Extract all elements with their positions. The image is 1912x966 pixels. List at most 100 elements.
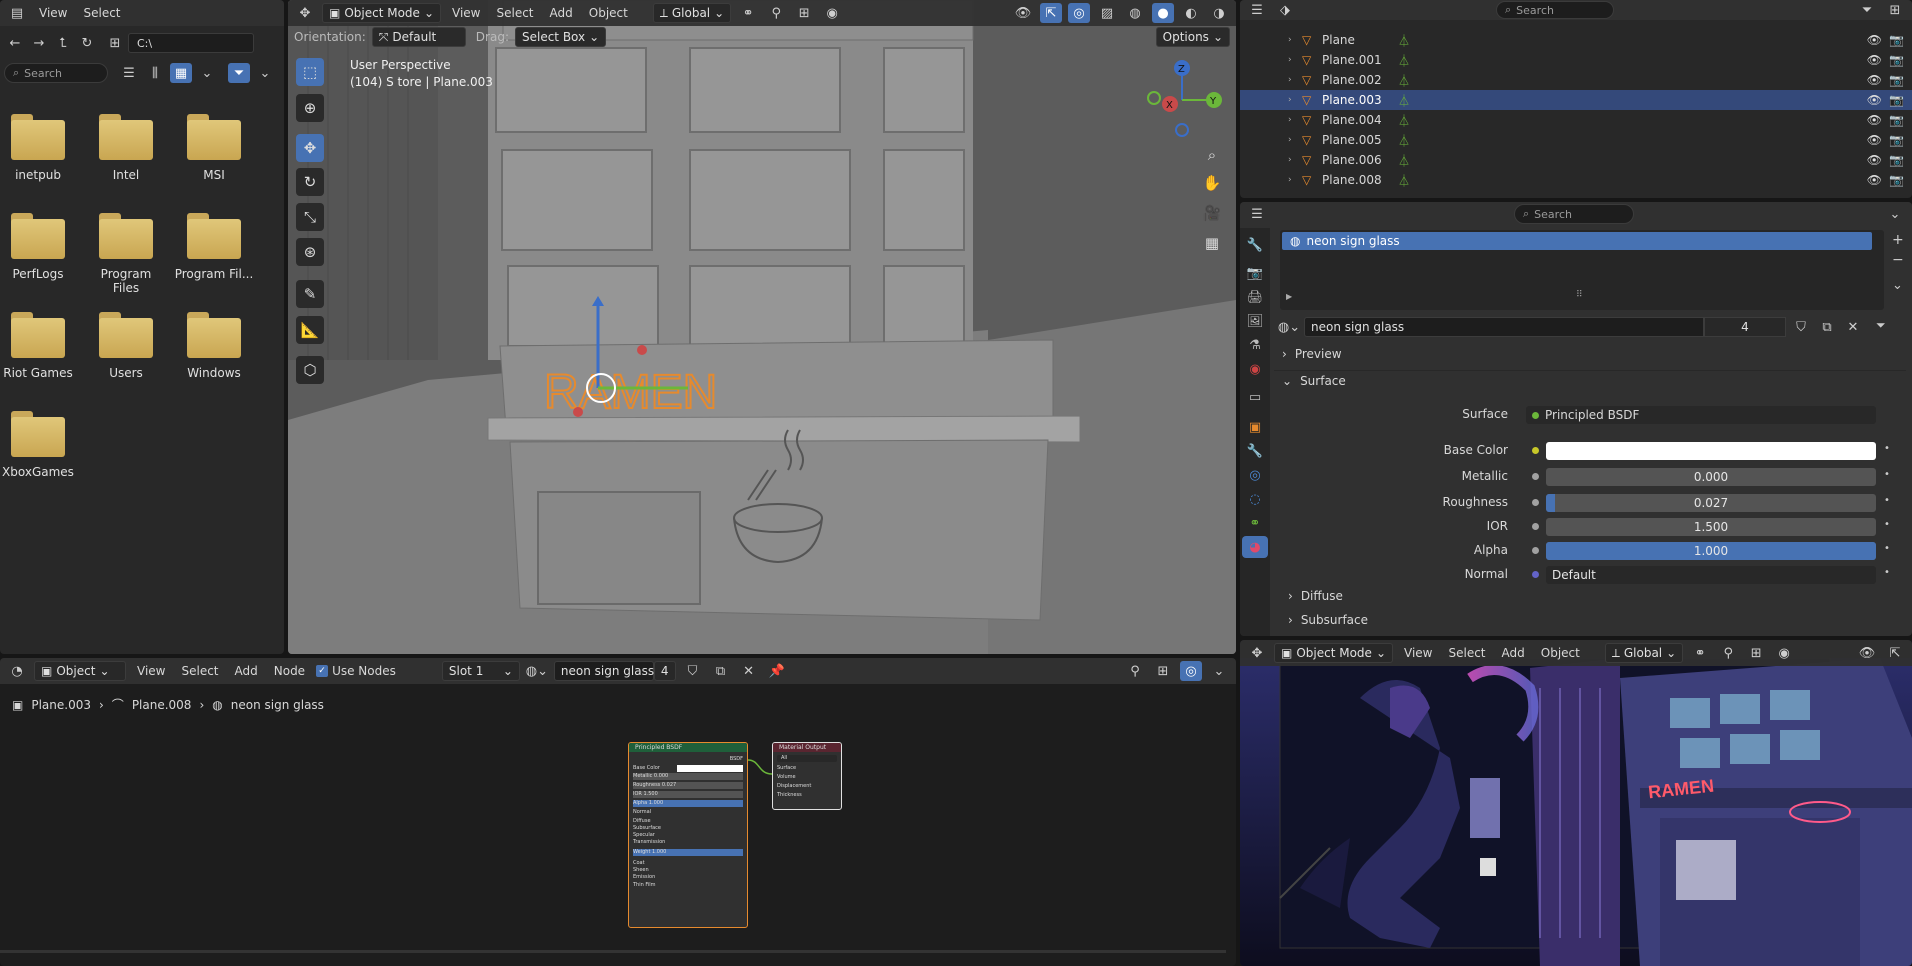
subsurface-panel-header[interactable]: › Subsurface: [1288, 610, 1588, 630]
socket-dot-icon[interactable]: [1532, 447, 1539, 454]
editor-type-icon[interactable]: ✥: [1246, 643, 1268, 663]
add-cube-tool-icon[interactable]: ⬡: [296, 356, 324, 384]
menu-node[interactable]: Node: [269, 664, 310, 678]
overlay-icon[interactable]: ◎: [1068, 3, 1090, 23]
expand-arrow-icon[interactable]: ›: [1288, 135, 1292, 145]
expand-arrow-icon[interactable]: ›: [1288, 175, 1292, 185]
pin-icon[interactable]: 📌: [766, 661, 788, 681]
unlink-icon[interactable]: ✕: [1842, 317, 1864, 337]
diffuse-panel-header[interactable]: › Diffuse: [1288, 586, 1588, 606]
eye-icon[interactable]: 👁: [1867, 133, 1882, 147]
expand-arrow-icon[interactable]: ›: [1288, 155, 1292, 165]
material-name-field[interactable]: neon sign glass: [1304, 317, 1704, 337]
material-output-node[interactable]: Material Output All Surface Volume Displac…: [772, 742, 842, 810]
pivot-icon[interactable]: ⚭: [737, 3, 759, 23]
outliner-row[interactable]: › ▽ Plane.005 ⏃ 👁 📷: [1240, 130, 1912, 150]
principled-bsdf-node[interactable]: Principled BSDF BSDF Base Color Metallic …: [628, 742, 748, 928]
folder-item[interactable]: XboxGames: [0, 411, 78, 479]
folder-item[interactable]: PerfLogs: [0, 213, 78, 281]
field-value[interactable]: 1.000: [1546, 542, 1876, 560]
snap-target-icon[interactable]: ⊞: [793, 3, 815, 23]
eye-icon[interactable]: 👁: [1867, 73, 1882, 87]
transform-tool-icon[interactable]: ⊛: [296, 238, 324, 266]
xray-icon[interactable]: ▨: [1096, 3, 1118, 23]
browse-node-icon[interactable]: ⏷: [1876, 318, 1886, 333]
menu-add[interactable]: Add: [1497, 646, 1530, 660]
eye-icon[interactable]: 👁: [1867, 53, 1882, 67]
scene-tab-icon[interactable]: ⚗: [1244, 334, 1266, 356]
unlink-icon[interactable]: ✕: [738, 661, 760, 681]
camera-render-icon[interactable]: 📷: [1889, 113, 1904, 127]
socket-dot-icon[interactable]: [1532, 547, 1539, 554]
editor-scrollbar[interactable]: [0, 950, 1226, 953]
editor-type-icon[interactable]: ✥: [294, 3, 316, 23]
filter-icon[interactable]: ⏷: [1856, 0, 1878, 20]
keyframe-icon[interactable]: •: [1884, 469, 1890, 480]
outliner-row[interactable]: › ▽ Plane.006 ⏃ 👁 📷: [1240, 150, 1912, 170]
gizmo-icon[interactable]: ⇱: [1884, 643, 1906, 663]
node-socket-row[interactable]: Sheen: [633, 867, 743, 874]
physics-tab-icon[interactable]: ◌: [1244, 488, 1266, 510]
mode-dropdown[interactable]: ▣ Object Mode ⌄: [322, 3, 441, 23]
menu-select[interactable]: Select: [176, 664, 223, 678]
keyframe-icon[interactable]: •: [1884, 495, 1890, 506]
expand-arrow-icon[interactable]: ›: [1288, 35, 1292, 45]
shader-type-dropdown[interactable]: ▣ Object ⌄: [34, 661, 126, 681]
node-socket-row[interactable]: Thickness: [777, 792, 837, 799]
keyframe-icon[interactable]: •: [1884, 567, 1890, 578]
socket-dot-icon[interactable]: [1532, 571, 1539, 578]
field-value[interactable]: 0.000: [1546, 468, 1876, 486]
folder-item[interactable]: Users: [86, 312, 166, 380]
users-count[interactable]: 4: [1704, 317, 1786, 337]
browse-material-icon[interactable]: ◍⌄: [526, 661, 548, 681]
snap-target-icon[interactable]: ⊞: [1152, 661, 1174, 681]
expand-arrow-icon[interactable]: ›: [1288, 75, 1292, 85]
shading-rendered-icon[interactable]: ◑: [1208, 3, 1230, 23]
browse-material-icon[interactable]: ◍⌄: [1278, 317, 1300, 337]
move-tool-icon[interactable]: ✥: [296, 134, 324, 162]
socket-dot-icon[interactable]: [1532, 473, 1539, 480]
thumbnails-icon[interactable]: ▦: [170, 63, 192, 83]
pan-hand-icon[interactable]: ✋: [1200, 174, 1224, 198]
menu-object[interactable]: Object: [584, 6, 633, 20]
folder-item[interactable]: Program Files: [86, 213, 166, 295]
select-box-tool-icon[interactable]: ⬚: [296, 58, 324, 86]
add-slot-icon[interactable]: +: [1892, 232, 1904, 248]
menu-add[interactable]: Add: [230, 664, 263, 678]
render-tab-icon[interactable]: 📷: [1244, 262, 1266, 284]
filter-icon[interactable]: ⏷: [228, 63, 250, 83]
eye-icon[interactable]: 👁: [1867, 173, 1882, 187]
node-users-count[interactable]: 4: [653, 661, 676, 681]
pivot-icon[interactable]: ⚭: [1689, 643, 1711, 663]
output-target-dropdown[interactable]: All: [777, 755, 837, 762]
list-horizontal-icon[interactable]: ⫼: [144, 63, 166, 83]
expand-arrow-icon[interactable]: ›: [1288, 55, 1292, 65]
scale-tool-icon[interactable]: ⤡: [296, 203, 324, 231]
camera-render-icon[interactable]: 📷: [1889, 33, 1904, 47]
folder-item[interactable]: Intel: [86, 114, 166, 182]
menu-select[interactable]: Select: [78, 6, 125, 20]
expand-arrow-icon[interactable]: ▶: [1286, 292, 1292, 301]
chevron-down-icon[interactable]: ⌄: [1208, 661, 1230, 681]
ortho-grid-icon[interactable]: ▦: [1200, 234, 1224, 258]
camera-render-icon[interactable]: 📷: [1889, 93, 1904, 107]
tool-tab-icon[interactable]: 🔧: [1244, 234, 1266, 256]
collection-tab-icon[interactable]: ▭: [1244, 386, 1266, 408]
expand-arrow-icon[interactable]: ›: [1288, 115, 1292, 125]
folder-item[interactable]: Windows: [174, 312, 254, 380]
slot-dropdown[interactable]: Slot 1 ⌄: [441, 661, 520, 681]
render-mode-dropdown[interactable]: ▣ Object Mode ⌄: [1274, 643, 1393, 663]
viewport-3d[interactable]: RAMEN ✥ ▣ Object Mode ⌄ View Select Add Ob…: [288, 0, 1236, 654]
view-layer-tab-icon[interactable]: 🖼: [1244, 310, 1266, 332]
rotate-tool-icon[interactable]: ↻: [296, 168, 324, 196]
field-value[interactable]: Default: [1546, 566, 1876, 584]
socket-dot-icon[interactable]: [1532, 523, 1539, 530]
socket-dot-icon[interactable]: [1532, 499, 1539, 506]
new-folder-icon[interactable]: ⊞: [104, 33, 126, 53]
modifier-tab-icon[interactable]: 🔧: [1244, 440, 1266, 462]
render-transform-dropdown[interactable]: ⟂ Global ⌄: [1604, 643, 1684, 663]
shading-material-icon[interactable]: ◐: [1180, 3, 1202, 23]
new-collection-icon[interactable]: ⊞: [1884, 0, 1906, 20]
outliner-row[interactable]: › ▽ Plane.002 ⏃ 👁 📷: [1240, 70, 1912, 90]
eye-icon[interactable]: 👁: [1867, 33, 1882, 47]
